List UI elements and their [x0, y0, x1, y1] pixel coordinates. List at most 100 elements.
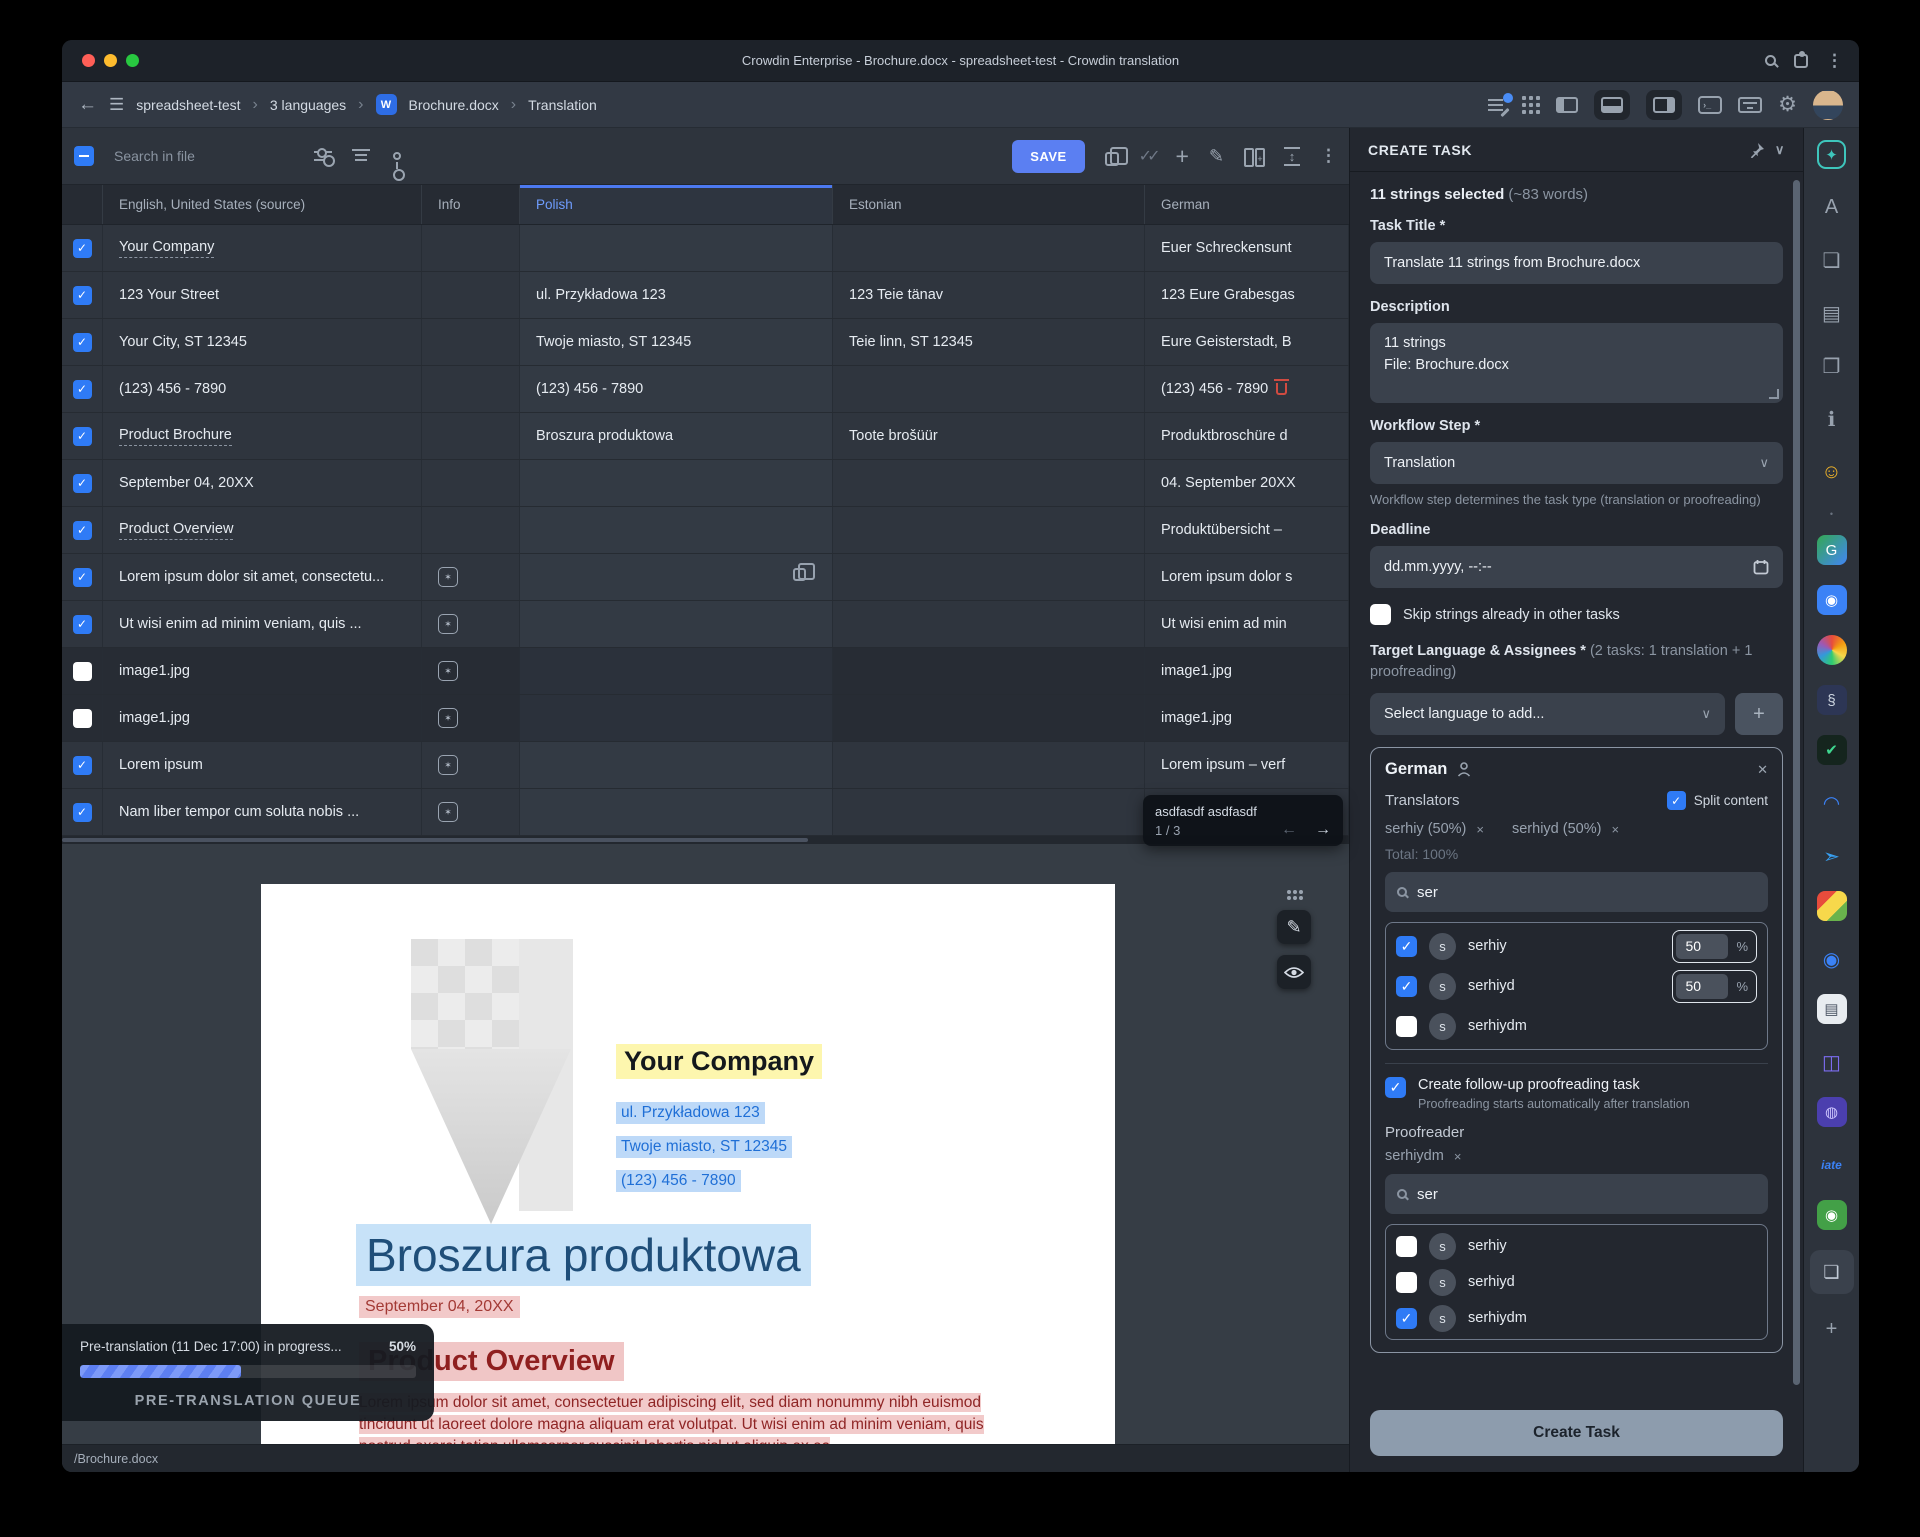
- info-cell[interactable]: [422, 413, 520, 459]
- collapse-panel-icon[interactable]: [1775, 141, 1785, 158]
- estonian-cell[interactable]: [833, 648, 1145, 694]
- polish-cell[interactable]: [520, 695, 833, 741]
- german-cell[interactable]: 04. September 20XX: [1145, 460, 1349, 506]
- more-options-icon[interactable]: [1320, 146, 1337, 166]
- table-row[interactable]: ✓Your Company Euer Schreckensunt: [62, 225, 1349, 272]
- breadcrumb-languages[interactable]: 3 languages: [270, 97, 346, 113]
- edit-list-icon[interactable]: [1488, 98, 1506, 112]
- green-eye-app-icon[interactable]: [1817, 1200, 1847, 1230]
- source-cell[interactable]: Your Company: [103, 225, 422, 271]
- translator-checkbox[interactable]: ✓: [1396, 936, 1417, 957]
- info-cell[interactable]: [422, 272, 520, 318]
- workflow-step-select[interactable]: Translation: [1370, 442, 1783, 484]
- estonian-cell[interactable]: 123 Teie tänav: [833, 272, 1145, 318]
- row-checkbox-cell[interactable]: ✓: [62, 742, 103, 788]
- polish-cell[interactable]: [520, 648, 833, 694]
- estonian-cell[interactable]: [833, 366, 1145, 412]
- color-wheel-icon[interactable]: [1817, 635, 1847, 665]
- source-cell[interactable]: 123 Your Street: [103, 272, 422, 318]
- percent-input[interactable]: 50%: [1672, 970, 1757, 1003]
- remove-translator-icon[interactable]: ×: [1611, 822, 1619, 837]
- info-cell[interactable]: ✶: [422, 789, 520, 835]
- german-cell[interactable]: (123) 456 - 7890: [1145, 366, 1349, 412]
- row-checkbox[interactable]: [73, 709, 92, 728]
- row-checkbox[interactable]: ✓: [73, 380, 92, 399]
- polish-cell[interactable]: Broszura produktowa: [520, 413, 833, 459]
- polish-cell[interactable]: (123) 456 - 7890: [520, 366, 833, 412]
- console-icon[interactable]: [1698, 96, 1722, 114]
- translator-search-input[interactable]: ser: [1385, 872, 1768, 912]
- source-cell[interactable]: Lorem ipsum: [103, 742, 422, 788]
- breadcrumb-project[interactable]: spreadsheet-test: [136, 97, 240, 113]
- right-panel-toggle[interactable]: [1646, 90, 1682, 120]
- german-cell[interactable]: Produktübersicht –: [1145, 507, 1349, 553]
- left-panel-layout-icon[interactable]: [1556, 97, 1578, 113]
- split-view-app-icon[interactable]: [1814, 1044, 1850, 1080]
- table-row[interactable]: ✓Lorem ipsum✶Lorem ipsum – verf: [62, 742, 1349, 789]
- source-cell[interactable]: Product Brochure: [103, 413, 422, 459]
- followup-row[interactable]: ✓ Create follow-up proofreading task Pro…: [1385, 1077, 1768, 1111]
- string-flow-icon[interactable]: [393, 152, 401, 160]
- proofreader-search-input[interactable]: ser: [1385, 1174, 1768, 1214]
- user-avatar[interactable]: [1813, 90, 1843, 120]
- row-checkbox-cell[interactable]: ✓: [62, 319, 103, 365]
- drag-handle-icon[interactable]: [1287, 890, 1301, 899]
- row-checkbox-cell[interactable]: ✓: [62, 601, 103, 647]
- browser-search-icon[interactable]: [1765, 55, 1776, 66]
- add-tool-icon[interactable]: [1814, 1311, 1850, 1347]
- bird-app-icon[interactable]: [1814, 838, 1850, 874]
- maximize-window-button[interactable]: [126, 54, 139, 67]
- info-cell[interactable]: [422, 507, 520, 553]
- copy-source-icon[interactable]: [1105, 152, 1119, 166]
- emoji-icon[interactable]: [1814, 454, 1850, 490]
- column-header-info[interactable]: Info: [422, 185, 520, 224]
- cube-app-icon[interactable]: [1817, 891, 1847, 921]
- iate-logo-icon[interactable]: [1814, 1147, 1850, 1183]
- source-cell[interactable]: image1.jpg: [103, 648, 422, 694]
- previous-arrow-icon[interactable]: [1281, 821, 1297, 839]
- arc-app-icon[interactable]: [1814, 785, 1850, 821]
- polish-cell[interactable]: Twoje miasto, ST 12345: [520, 319, 833, 365]
- browser-menu-icon[interactable]: [1826, 51, 1843, 71]
- percent-input[interactable]: 50%: [1672, 930, 1757, 963]
- glossary-card-icon[interactable]: [1814, 295, 1850, 331]
- machine-translation-icon[interactable]: [1814, 189, 1850, 225]
- row-checkbox-cell[interactable]: ✓: [62, 789, 103, 835]
- info-cell[interactable]: ✶: [422, 742, 520, 788]
- preview-edit-button[interactable]: [1277, 910, 1311, 944]
- proofreader-option[interactable]: sserhiy: [1396, 1228, 1757, 1264]
- followup-checkbox[interactable]: ✓: [1385, 1077, 1406, 1098]
- create-task-tool-icon[interactable]: [1810, 1250, 1854, 1294]
- row-checkbox-cell[interactable]: ✓: [62, 225, 103, 271]
- row-checkbox[interactable]: ✓: [73, 803, 92, 822]
- proofreader-option[interactable]: sserhiyd: [1396, 1264, 1757, 1300]
- preview-address-line[interactable]: (123) 456 - 7890: [616, 1170, 741, 1192]
- source-cell[interactable]: Your City, ST 12345: [103, 319, 422, 365]
- source-cell[interactable]: Lorem ipsum dolor sit amet, consectetu..…: [103, 554, 422, 600]
- remove-translator-icon[interactable]: ×: [1476, 822, 1484, 837]
- translate-app-icon[interactable]: [1817, 535, 1847, 565]
- pin-icon[interactable]: [1749, 142, 1765, 158]
- table-row[interactable]: ✓(123) 456 - 7890(123) 456 - 7890(123) 4…: [62, 366, 1349, 413]
- estonian-cell[interactable]: [833, 601, 1145, 647]
- german-cell[interactable]: image1.jpg: [1145, 648, 1349, 694]
- row-checkbox[interactable]: ✓: [73, 568, 92, 587]
- clip-app-icon[interactable]: [1817, 994, 1847, 1024]
- select-all-checkbox[interactable]: [74, 146, 94, 166]
- estonian-cell[interactable]: [833, 460, 1145, 506]
- german-cell[interactable]: Euer Schreckensunt: [1145, 225, 1349, 271]
- translator-option[interactable]: sserhiydm: [1396, 1006, 1757, 1046]
- table-row[interactable]: ✓Ut wisi enim ad minim veniam, quis ...✶…: [62, 601, 1349, 648]
- german-cell[interactable]: Ut wisi enim ad min: [1145, 601, 1349, 647]
- table-row[interactable]: ✓Your City, ST 12345 Twoje miasto, ST 123…: [62, 319, 1349, 366]
- table-row[interactable]: ✓Product BrochureBroszura produktowaToot…: [62, 413, 1349, 460]
- save-button[interactable]: SAVE: [1012, 140, 1084, 173]
- separator-dot-icon[interactable]: [1814, 507, 1850, 521]
- source-cell[interactable]: Ut wisi enim ad minim veniam, quis ...: [103, 601, 422, 647]
- source-cell[interactable]: Product Overview: [103, 507, 422, 553]
- polish-cell[interactable]: [520, 507, 833, 553]
- preview-app-icon[interactable]: [1817, 585, 1847, 615]
- ai-assistant-icon[interactable]: [1817, 140, 1846, 169]
- source-cell[interactable]: image1.jpg: [103, 695, 422, 741]
- column-header-polish[interactable]: Polish: [520, 185, 833, 224]
